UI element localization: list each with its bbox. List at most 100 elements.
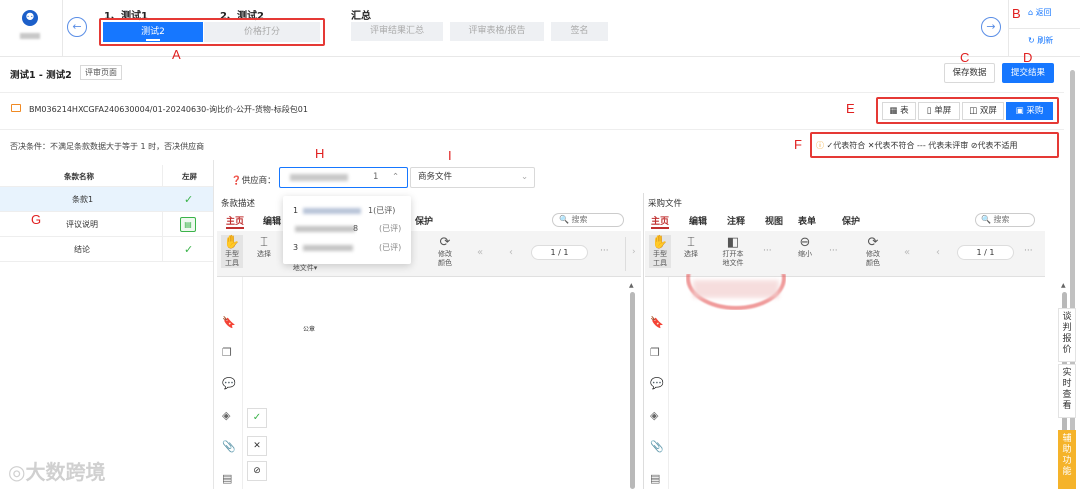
summary-label: 汇总 (351, 11, 371, 22)
view-purchase-button[interactable]: ▣ 采购 (1006, 102, 1053, 120)
view-single-button[interactable]: ▯ 单屏 (918, 102, 960, 120)
table-row[interactable]: 结论 ✓ (0, 237, 213, 262)
supplier-option[interactable]: 3 (已评) (293, 240, 405, 256)
search-label: 搜索 (993, 215, 1010, 224)
save-data-button[interactable]: 保存数据 (944, 63, 995, 83)
left-pane-title: 条款描述 (221, 199, 256, 209)
review-table-button-label: 评审表格/报告 (468, 26, 526, 36)
attachment-icon[interactable]: 📎 (650, 440, 664, 453)
view-double-label: 双屏 (979, 106, 997, 116)
tab-home[interactable]: 主页 (651, 214, 670, 229)
annotation-a: A (172, 47, 181, 62)
bookmark-icon[interactable]: 🔖 (650, 316, 664, 329)
tab-edit[interactable]: 编辑 (689, 214, 707, 227)
hand-tool-button[interactable]: ✋ 手型 工具 (649, 235, 671, 268)
score-match-button[interactable]: ✓ (247, 408, 267, 428)
tab-annotate[interactable]: 注释 (727, 214, 745, 227)
score-nomatch-button[interactable]: ✕ (247, 436, 267, 456)
return-button[interactable]: ⌂ 返回 (1028, 7, 1052, 18)
open-file-partial[interactable]: 地文件▾ (290, 264, 320, 273)
file-icon[interactable]: ▤ (650, 472, 660, 485)
prev-arrow-button[interactable]: ← (67, 17, 87, 37)
tab-home[interactable]: 主页 (226, 214, 245, 229)
review-table-button[interactable]: 评审表格/报告 (450, 22, 544, 41)
tab-protect[interactable]: 保护 (842, 214, 860, 227)
page-scrollbar[interactable] (1070, 70, 1075, 489)
supplier-select[interactable]: 1 ⌃ (279, 167, 408, 188)
table-row[interactable]: 条款1 ✓ (0, 187, 213, 212)
zoom-out-button[interactable]: ⊖ 缩小 (794, 235, 816, 259)
more-icon[interactable]: ··· (600, 246, 609, 256)
attachment-icon[interactable]: 📎 (222, 440, 236, 453)
tab-view[interactable]: 视图 (765, 214, 783, 227)
search-box[interactable]: 🔍 搜索 (552, 213, 624, 227)
edit-note-icon[interactable]: ▤ (180, 217, 196, 232)
change-color-button[interactable]: ⟳ 修改 颜色 (432, 235, 458, 268)
doctype-select[interactable]: 商务文件 ⌄ (410, 167, 535, 188)
zoom-out-label: 缩小 (798, 250, 812, 258)
left-scrollbar[interactable] (630, 292, 635, 489)
more-icon[interactable]: ··· (1024, 246, 1033, 256)
prev-page-icon[interactable]: ‹ (936, 247, 940, 258)
more-icon[interactable]: ··· (763, 246, 772, 256)
zoom-out-icon: ⊖ (799, 235, 811, 250)
prev-page-icon[interactable]: ‹ (509, 247, 513, 258)
bookmark-icon[interactable]: 🔖 (222, 316, 236, 329)
view-double-button[interactable]: ◫ 双屏 (962, 102, 1004, 120)
tab-form[interactable]: 表单 (798, 214, 816, 227)
supplier-option[interactable]: 8 (已评) (293, 221, 405, 237)
comment-icon[interactable]: 💬 (650, 377, 664, 390)
chevron-down-icon: ⌄ (521, 172, 529, 182)
pdf-document-text: 公章 (303, 326, 316, 333)
negotiate-price-button[interactable]: 谈判报价 (1058, 308, 1076, 362)
left-pdf-tabs: 主页 编辑 保护 🔍 搜索 (217, 211, 641, 230)
next-panel-icon[interactable]: › (632, 247, 636, 257)
page-indicator[interactable]: 1 / 1 (957, 245, 1014, 260)
tab-protect[interactable]: 保护 (415, 214, 433, 227)
file-icon[interactable]: ▤ (222, 472, 232, 485)
pages-icon[interactable]: ❐ (650, 346, 660, 359)
hand-tool-button[interactable]: ✋ 手型 工具 (221, 235, 243, 268)
view-table-button[interactable]: ▦ 表 (882, 102, 916, 120)
open-file-label: 打开本 地文件 (722, 250, 744, 267)
more-icon[interactable]: ··· (829, 246, 838, 256)
layers-icon[interactable]: ◈ (222, 409, 230, 422)
scroll-up-icon[interactable]: ▲ (1061, 282, 1066, 289)
page-indicator[interactable]: 1 / 1 (531, 245, 588, 260)
submit-results-button[interactable]: 提交结果 (1002, 63, 1054, 83)
window-icon: ▣ (1015, 106, 1024, 116)
option-blurred (295, 226, 355, 232)
veto-condition: 否决条件：不满足条款数据大于等于 1 时，否决供应商 (10, 142, 205, 151)
tab-edit[interactable]: 编辑 (263, 214, 281, 227)
color-label: 修改 颜色 (866, 250, 880, 267)
summary-results-button[interactable]: 评审结果汇总 (351, 22, 443, 41)
assist-function-button[interactable]: 辅助功能 (1058, 430, 1076, 489)
change-color-button[interactable]: ⟳ 修改 颜色 (860, 235, 886, 268)
select-tool-label: 选择 (684, 250, 698, 258)
first-page-icon[interactable]: « (477, 247, 483, 258)
color-label: 修改 颜色 (438, 250, 452, 267)
first-page-icon[interactable]: « (904, 247, 910, 258)
score-na-button[interactable]: ⊘ (247, 461, 267, 481)
supplier-option[interactable]: 1 1(已评) (293, 203, 405, 219)
watermark-text: 大数跨境 (25, 460, 106, 484)
avatar[interactable]: ⚉ (22, 10, 38, 26)
select-tool-button[interactable]: ⌶ 选择 (679, 235, 703, 259)
color-icon: ⟳ (867, 235, 879, 250)
info-icon: ⓘ (816, 141, 824, 150)
comment-icon[interactable]: 💬 (222, 377, 236, 390)
select-tool-button[interactable]: ⌶ 选择 (252, 235, 276, 259)
layers-icon[interactable]: ◈ (650, 409, 658, 422)
realtime-view-button[interactable]: 实时查看 (1058, 364, 1076, 418)
pages-icon[interactable]: ❐ (222, 346, 232, 359)
sign-button[interactable]: 签名 (551, 22, 608, 41)
open-file-button[interactable]: ◧ 打开本 地文件 (716, 235, 750, 268)
search-box[interactable]: 🔍 搜索 (975, 213, 1035, 227)
scroll-up-icon[interactable]: ▲ (629, 282, 634, 289)
review-page-tag[interactable]: 评审页面 (80, 65, 122, 80)
chevron-up-icon: ⌃ (392, 172, 400, 182)
refresh-button[interactable]: ↻ 刷新 (1028, 35, 1053, 46)
next-arrow-button[interactable]: → (981, 17, 1001, 37)
project-code: BM036214HXCGFA240630004/01-20240630-询比价-… (29, 105, 308, 114)
legend: ⓘ ✓代表符合 ✕代表不符合 --- 代表未评审 ⊘代表不适用 (816, 140, 1018, 151)
